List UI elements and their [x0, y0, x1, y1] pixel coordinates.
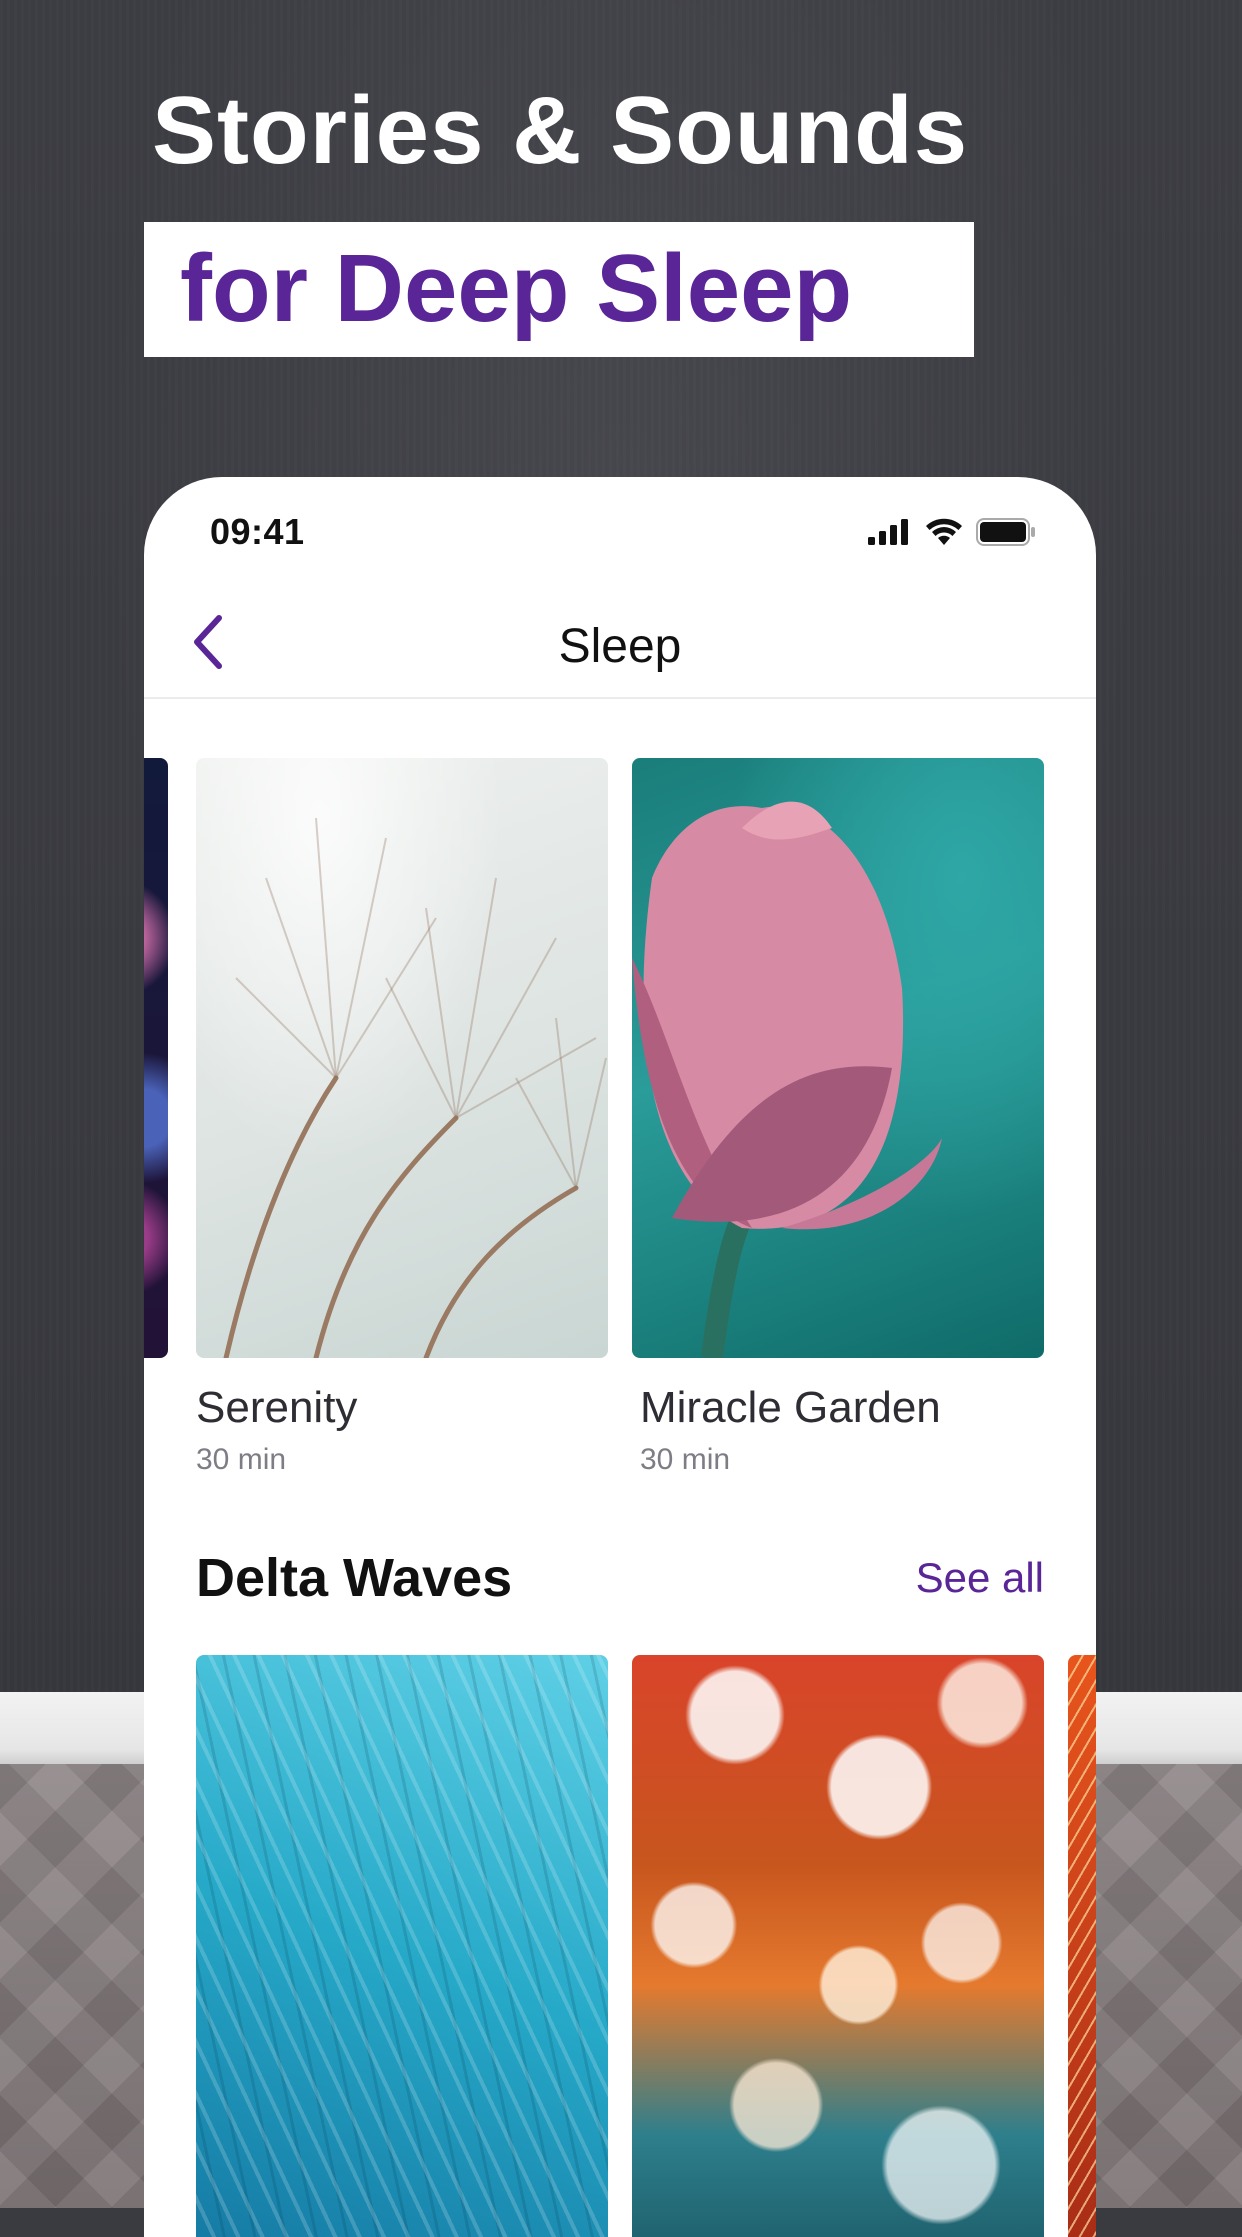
card-image-partial-left[interactable] [144, 758, 168, 1358]
battery-icon [976, 518, 1035, 546]
status-bar: 09:41 [144, 477, 1096, 587]
headline-highlight-box: for Deep Sleep [144, 222, 974, 357]
headline-line-1: Stories & Sounds [152, 77, 969, 184]
card-image-delta-2[interactable] [632, 1655, 1044, 2237]
card-duration-miracle-garden: 30 min [640, 1443, 731, 1476]
nav-bar: Sleep [144, 587, 1096, 699]
phone-screen: 09:41 Sleep Serenity 30 min Miracle Gard… [144, 477, 1096, 2237]
status-time: 09:41 [210, 511, 305, 552]
status-icons [868, 517, 1036, 547]
headline-line-2: for Deep Sleep [180, 235, 853, 342]
card-image-delta-1[interactable] [196, 1655, 608, 2237]
card-image-delta-partial-right[interactable] [1068, 1655, 1096, 2237]
see-all-link[interactable]: See all [916, 1554, 1044, 1602]
card-image-serenity[interactable] [196, 758, 608, 1358]
card-duration-serenity: 30 min [196, 1443, 287, 1476]
card-title-miracle-garden: Miracle Garden [640, 1383, 941, 1432]
page-title: Sleep [558, 620, 682, 673]
lotus-illustration [632, 801, 942, 1358]
signal-icon [868, 519, 908, 545]
wifi-icon [926, 518, 962, 545]
section-title-delta-waves: Delta Waves [196, 1548, 513, 1608]
card-title-serenity: Serenity [196, 1383, 358, 1432]
dandelion-illustration [223, 817, 607, 1358]
card-image-miracle-garden[interactable] [632, 758, 1044, 1358]
